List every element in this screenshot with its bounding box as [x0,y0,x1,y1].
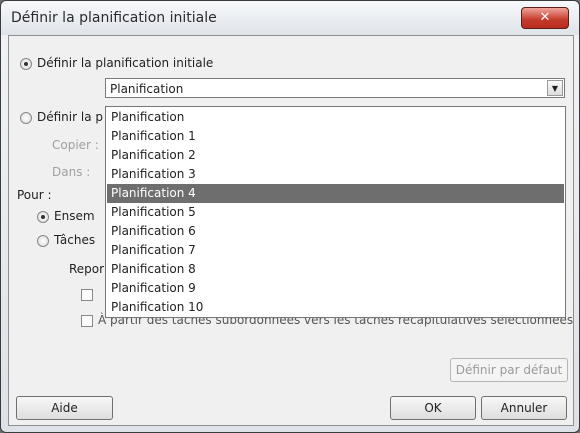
radio-entire-project[interactable] [37,211,49,223]
rollup-checkbox-1[interactable] [81,289,93,301]
dropdown-item[interactable]: Planification 7 [107,241,564,260]
for-label: Pour : [17,188,52,202]
into-label: Dans : [52,165,91,179]
radio-selected-tasks[interactable] [37,235,49,247]
radio-set-baseline[interactable] [20,58,32,70]
dialog-body: Définir la planification initiale Planif… [8,35,574,426]
copy-label: Copier : [52,138,99,152]
dialog-title: Définir la planification initiale [11,10,217,26]
close-button[interactable]: ✕ [521,7,569,29]
radio-set-interim[interactable] [20,112,32,124]
dropdown-item[interactable]: Planification 6 [107,222,564,241]
dropdown-item[interactable]: Planification 2 [107,146,564,165]
set-baseline-label: Définir la planification initiale [37,56,214,70]
dialog-window: Définir la planification initiale ✕ Défi… [0,0,580,433]
dropdown-item[interactable]: Planification 8 [107,260,564,279]
dropdown-item[interactable]: Planification 5 [107,203,564,222]
baseline-select-value: Planification [110,82,184,96]
ok-button[interactable]: OK [390,396,476,420]
chevron-down-icon[interactable]: ▼ [547,80,563,96]
cancel-button[interactable]: Annuler [481,396,567,420]
dropdown-item[interactable]: Planification 9 [107,279,564,298]
dropdown-item[interactable]: Planification 10 [107,298,564,317]
entire-project-label: Ensem [54,209,95,223]
title-bar[interactable]: Définir la planification initiale ✕ [1,1,579,35]
set-default-button[interactable]: Définir par défaut [450,358,568,382]
dropdown-item[interactable]: Planification 3 [107,165,564,184]
baseline-select[interactable]: Planification ▼ [105,78,565,98]
baseline-dropdown-list: Planification Planification 1 Planificat… [105,106,566,318]
help-button[interactable]: Aide [16,396,113,420]
dropdown-item[interactable]: Planification [107,108,564,127]
rollup-checkbox-2[interactable] [81,315,93,327]
rollup-label: Repor [69,262,105,276]
set-interim-label: Définir la p [37,110,103,124]
dropdown-item-selected[interactable]: Planification 4 [107,184,564,203]
selected-tasks-label: Tâches [54,233,96,247]
dropdown-item[interactable]: Planification 1 [107,127,564,146]
